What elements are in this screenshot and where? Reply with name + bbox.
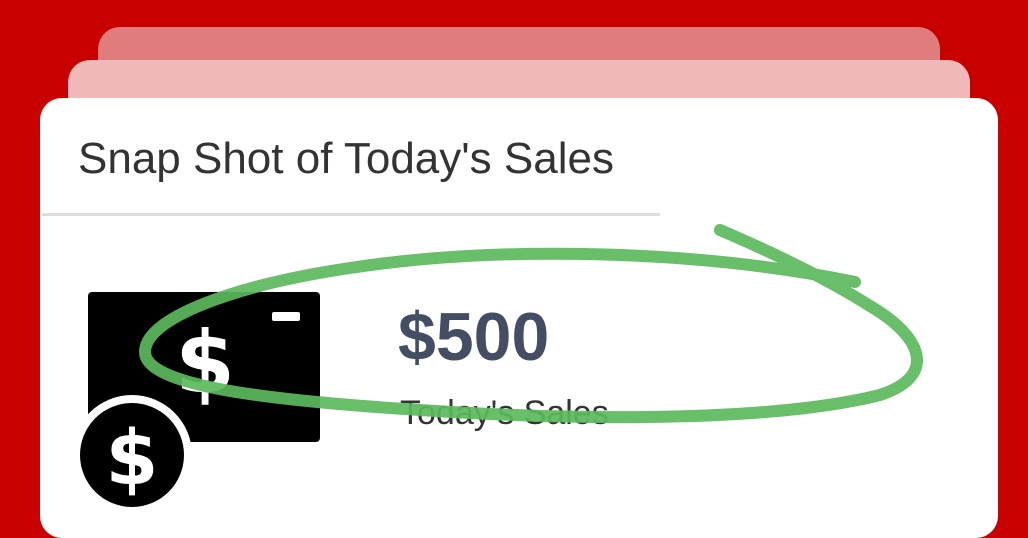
svg-text:$: $ xyxy=(106,413,159,502)
card-title: Snap Shot of Today's Sales xyxy=(78,134,614,183)
sales-value: $500 xyxy=(398,299,550,375)
sales-label: Today's Sales xyxy=(400,394,609,432)
divider xyxy=(42,213,660,216)
svg-text:$: $ xyxy=(175,313,235,413)
money-bill-dollar-icon: $ $ xyxy=(72,292,320,515)
